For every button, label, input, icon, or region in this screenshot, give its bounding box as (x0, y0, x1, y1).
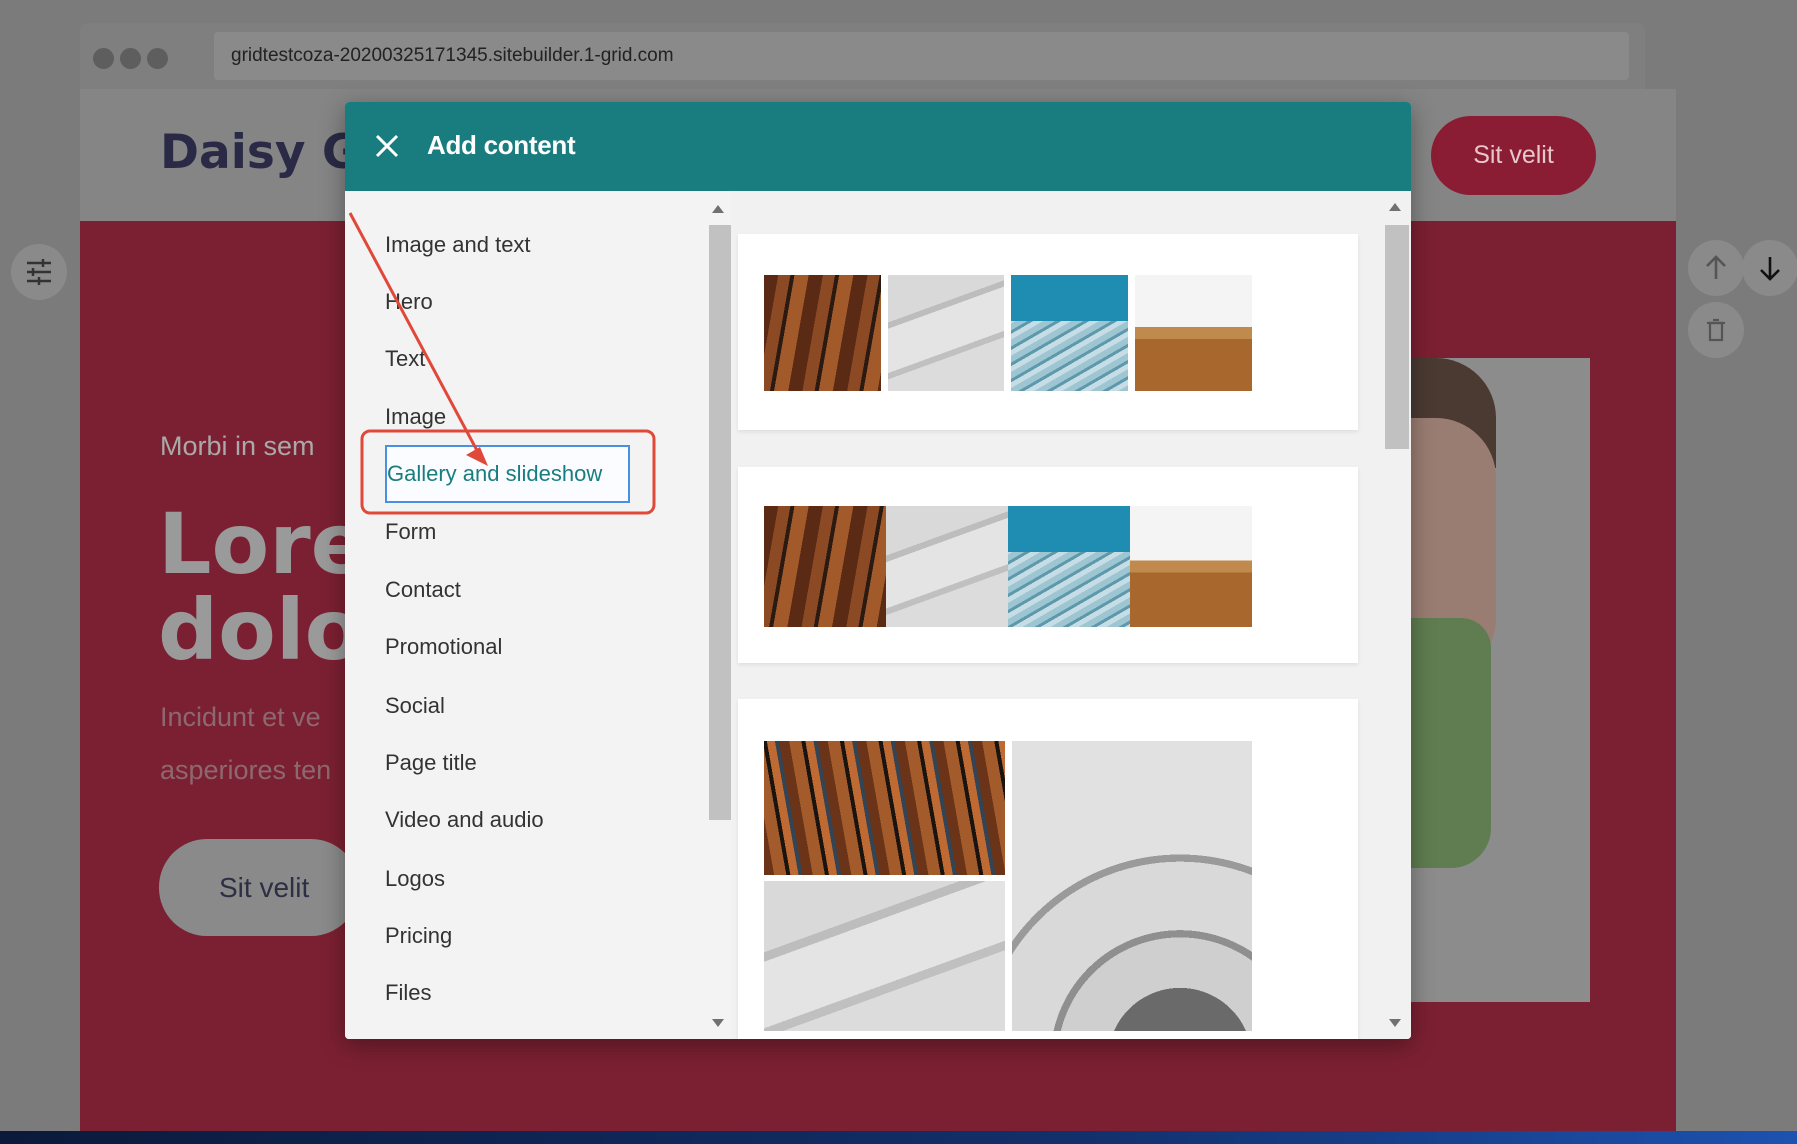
annotation-arrowhead (466, 447, 488, 466)
annotation-arrow (348, 212, 483, 459)
os-taskbar (0, 1131, 1797, 1144)
annotation-overlay (348, 212, 656, 515)
highlight-box (360, 429, 656, 515)
